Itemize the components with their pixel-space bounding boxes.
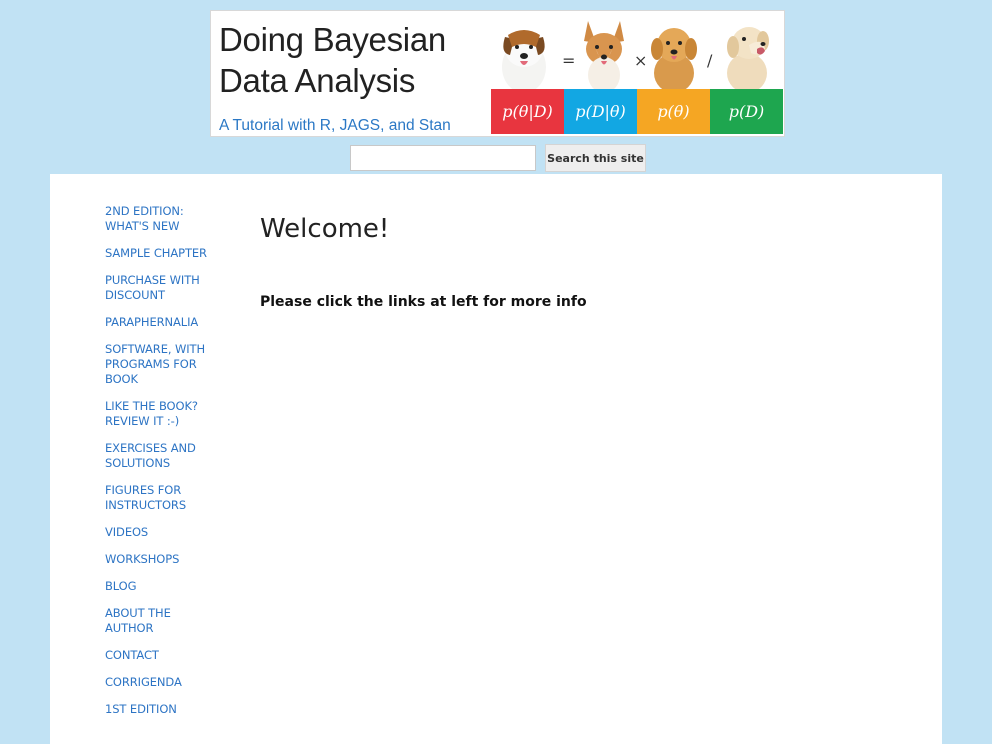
banner-title-line2: Data Analysis	[219, 62, 416, 99]
divide-sign: /	[707, 51, 713, 70]
formula-likelihood-label: p(D|θ)	[575, 102, 626, 121]
sidebar-item-workshops[interactable]: Workshops	[105, 552, 215, 567]
sidebar-item-corrigenda[interactable]: Corrigenda	[105, 675, 215, 690]
sidebar-item-first-edition[interactable]: 1st Edition	[105, 702, 215, 717]
sidebar-item-contact[interactable]: Contact	[105, 648, 215, 663]
sidebar-item-paraphernalia[interactable]: Paraphernalia	[105, 315, 215, 330]
formula-posterior: p(θ|D)	[491, 89, 564, 134]
page-title: Welcome!	[260, 214, 390, 244]
banner-subtitle: A Tutorial with R, JAGS, and Stan	[219, 117, 451, 134]
sidebar-item-about-author[interactable]: About the Author	[105, 606, 215, 636]
formula-evidence: p(D)	[710, 89, 783, 134]
site-banner[interactable]: Doing Bayesian Data Analysis A Tutorial …	[210, 10, 785, 137]
sidebar-item-figures[interactable]: Figures for instructors	[105, 483, 215, 513]
corgi-dog-icon	[584, 21, 624, 93]
search-input[interactable]	[350, 145, 536, 171]
jack-russell-dog-icon	[502, 30, 546, 93]
content-panel: 2nd Edition: What's New Sample Chapter P…	[50, 174, 942, 744]
formula-prior: p(θ)	[637, 89, 710, 134]
sidebar-item-software[interactable]: Software, with programs for book	[105, 342, 215, 387]
sidebar-item-exercises[interactable]: Exercises and Solutions	[105, 441, 215, 471]
sidebar-item-whats-new[interactable]: 2nd Edition: What's New	[105, 204, 215, 234]
sidebar-item-purchase[interactable]: Purchase with Discount	[105, 273, 215, 303]
sidebar-item-videos[interactable]: Videos	[105, 525, 215, 540]
banner-title: Doing Bayesian Data Analysis	[219, 19, 446, 101]
formula-likelihood: p(D|θ)	[564, 89, 637, 134]
formula-evidence-label: p(D)	[728, 102, 765, 121]
formula-posterior-label: p(θ|D)	[502, 102, 553, 121]
banner-title-line1: Doing Bayesian	[219, 21, 446, 58]
sidebar-item-sample-chapter[interactable]: Sample Chapter	[105, 246, 215, 261]
cream-puppy-icon	[727, 27, 769, 93]
info-text: Please click the links at left for more …	[260, 294, 587, 310]
formula-prior-label: p(θ)	[657, 102, 690, 121]
search-button[interactable]: Search this site	[545, 144, 646, 172]
sidebar-item-review[interactable]: Like the book? Review it :-)	[105, 399, 215, 429]
sidebar-nav: 2nd Edition: What's New Sample Chapter P…	[105, 204, 215, 729]
golden-puppy-icon	[651, 28, 697, 93]
sidebar-item-blog[interactable]: Blog	[105, 579, 215, 594]
